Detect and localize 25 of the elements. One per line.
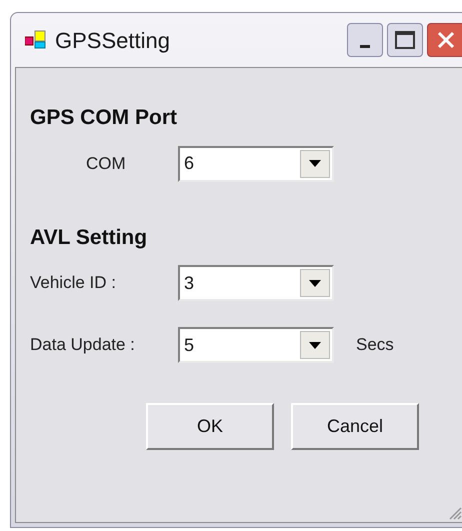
dropdown-value: 6 — [183, 152, 196, 175]
dropdown-field[interactable]: 3 — [178, 265, 334, 301]
section-heading: AVL Setting — [30, 224, 148, 250]
dropdown-arrow-button[interactable] — [300, 269, 330, 297]
dialog-button[interactable]: OK — [146, 403, 274, 450]
field-label: COM — [85, 152, 127, 175]
caret-down-icon — [309, 342, 321, 348]
field-label: Data Update : — [30, 334, 136, 356]
minimize-button[interactable] — [347, 23, 383, 57]
section-heading: GPS COM Port — [30, 105, 178, 131]
caret-down-icon — [309, 280, 321, 286]
unit-label: Secs — [356, 334, 394, 356]
dropdown-field[interactable]: 5 — [178, 327, 334, 363]
close-icon — [437, 31, 455, 49]
field-label: Vehicle ID : — [30, 272, 117, 294]
close-button[interactable] — [427, 23, 462, 57]
dropdown-arrow-button[interactable] — [300, 150, 330, 178]
dialog-button[interactable]: Cancel — [291, 403, 419, 450]
dropdown-value: 5 — [183, 334, 196, 356]
caret-down-icon — [309, 160, 321, 167]
dropdown-arrow-button[interactable] — [300, 331, 330, 359]
window-title: GPSSetting — [55, 26, 170, 55]
dropdown-value: 3 — [183, 272, 196, 294]
maximize-button[interactable] — [387, 23, 423, 57]
dropdown-field[interactable]: 6 — [178, 146, 334, 182]
